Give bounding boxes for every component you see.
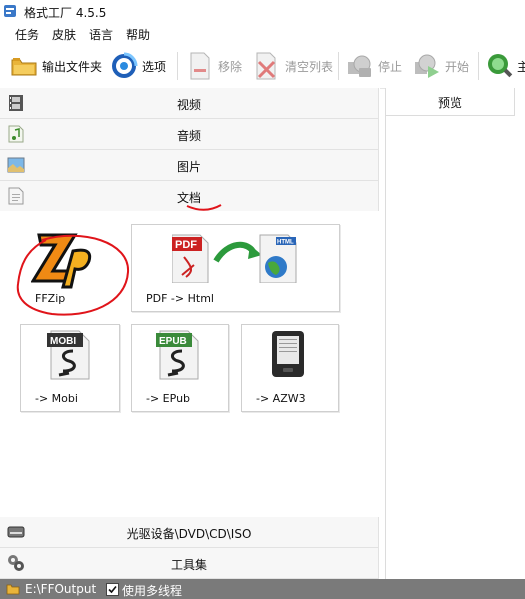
output-folder-label: 输出文件夹	[42, 59, 103, 74]
output-folder-icon[interactable]	[6, 582, 20, 596]
menu-language[interactable]: 语言	[89, 26, 113, 43]
category-tools[interactable]: 工具集	[0, 548, 379, 579]
output-path-text[interactable]: E:\FFOutput	[25, 582, 96, 596]
multithread-checkbox[interactable]	[106, 583, 119, 596]
status-bar: E:\FFOutput 使用多线程	[0, 579, 525, 599]
category-audio-label: 音频	[176, 129, 201, 143]
category-video[interactable]: 视频	[0, 88, 379, 119]
menu-task[interactable]: 任务	[15, 26, 39, 43]
format-factory-app-icon	[4, 5, 16, 17]
category-tools-label: 工具集	[170, 558, 207, 572]
remove-button[interactable]: 移除	[186, 50, 242, 82]
main-partial-label: 主	[517, 59, 525, 74]
html-badge-text: HTML	[277, 240, 294, 246]
menu-bar: 任务 皮肤 语言 帮助	[0, 22, 525, 44]
stop-icon	[346, 52, 374, 80]
start-label: 开始	[445, 59, 470, 74]
category-image-label: 图片	[176, 160, 201, 174]
menu-skin[interactable]: 皮肤	[52, 26, 76, 43]
category-audio[interactable]: 音频	[0, 119, 379, 150]
ffzip-tile[interactable]: FFZip	[20, 224, 120, 312]
epub-document-icon: EPUB	[156, 330, 199, 380]
start-button[interactable]: 开始	[413, 50, 469, 82]
mobi-document-icon: MOBI	[47, 330, 90, 380]
to-azw3-label: -> AZW3	[256, 392, 306, 405]
pdf-to-html-label: PDF -> Html	[146, 292, 214, 305]
toolbar-separator	[478, 52, 479, 80]
category-optical[interactable]: 光驱设备\DVD\CD\ISO	[0, 517, 379, 548]
output-folder-button[interactable]: 输出文件夹	[10, 50, 102, 82]
ffzip-logo-icon	[31, 233, 92, 289]
to-mobi-label: -> Mobi	[35, 392, 78, 405]
category-panel: 视频 音频 图片 文档 FFZip PDF HTML PDF -> Html M…	[0, 88, 380, 579]
category-document-label: 文档	[176, 191, 201, 205]
stop-label: 停止	[378, 59, 403, 74]
clear-list-icon	[253, 52, 281, 80]
title-bar: 格式工厂 4.5.5	[0, 0, 525, 22]
clear-list-label: 清空列表	[285, 59, 334, 74]
mobi-badge-text: MOBI	[50, 336, 76, 347]
window-title: 格式工厂 4.5.5	[24, 6, 107, 20]
options-label: 选项	[142, 59, 167, 74]
pdf-badge-text: PDF	[175, 239, 197, 251]
ffzip-label: FFZip	[35, 292, 66, 305]
pdf-to-html-tile[interactable]: PDF HTML PDF -> Html	[131, 224, 340, 312]
to-epub-tile[interactable]: EPUB -> EPub	[131, 324, 229, 412]
multithread-label: 使用多线程	[122, 584, 183, 598]
options-button[interactable]: 选项	[110, 50, 166, 82]
document-tools-grid: FFZip PDF HTML PDF -> Html MOBI -> Mobi …	[0, 211, 380, 516]
category-video-label: 视频	[176, 98, 201, 112]
clear-list-button[interactable]: 清空列表	[253, 50, 333, 82]
category-image[interactable]: 图片	[0, 150, 379, 181]
epub-badge-text: EPUB	[159, 336, 187, 347]
folder-icon	[10, 52, 38, 80]
to-mobi-tile[interactable]: MOBI -> Mobi	[20, 324, 120, 412]
task-list-panel: 预览	[385, 88, 525, 579]
ereader-device-icon	[272, 331, 304, 377]
checkmark-icon	[108, 585, 117, 594]
to-epub-label: -> EPub	[146, 392, 191, 405]
remove-document-icon	[186, 52, 214, 80]
menu-help[interactable]: 帮助	[126, 26, 150, 43]
toolbar-separator	[177, 52, 178, 80]
options-gear-icon	[110, 52, 138, 80]
preview-column-header[interactable]: 预览	[386, 88, 515, 116]
start-icon	[413, 52, 441, 80]
category-document[interactable]: 文档	[0, 181, 379, 212]
preview-header-label: 预览	[437, 96, 462, 110]
pdf-to-html-illustration: PDF HTML	[172, 234, 297, 283]
remove-label: 移除	[218, 59, 243, 74]
globe-search-icon	[485, 52, 513, 80]
toolbar: 输出文件夹 选项 移除 清空列表 停止 开始 主	[0, 44, 525, 89]
main-partial-button[interactable]: 主	[485, 50, 525, 82]
stop-button[interactable]: 停止	[346, 50, 402, 82]
category-optical-label: 光驱设备\DVD\CD\ISO	[126, 527, 252, 541]
toolbar-separator	[338, 52, 339, 80]
to-azw3-tile[interactable]: -> AZW3	[241, 324, 339, 412]
